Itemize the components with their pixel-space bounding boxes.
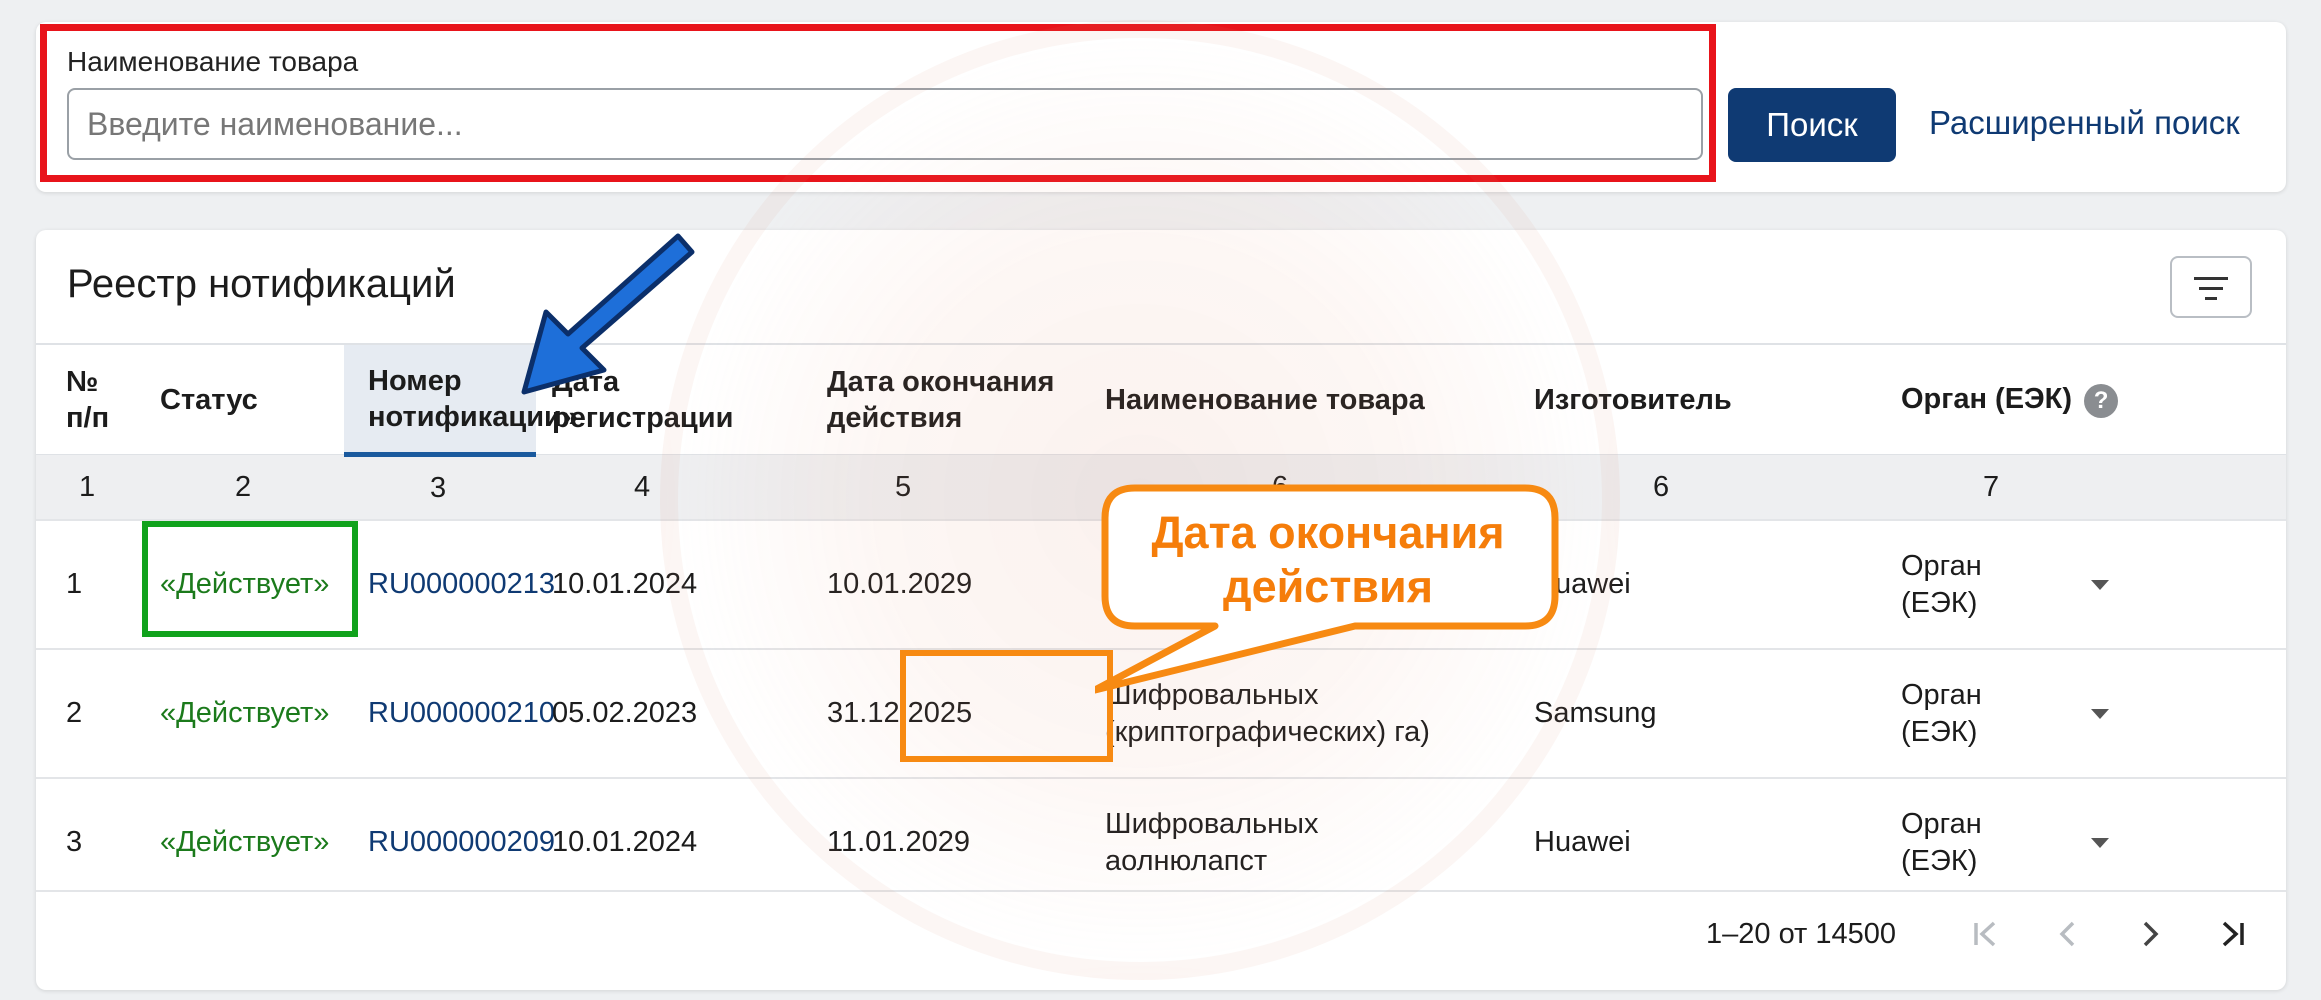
advanced-search-link[interactable]: Расширенный поиск: [1929, 104, 2240, 142]
status-badge: «Действует»: [160, 697, 330, 729]
column-header-active[interactable]: Номер нотификации»: [344, 343, 578, 457]
notification-number-link[interactable]: RU000000209: [344, 824, 555, 861]
green-highlight-frame: [142, 521, 358, 637]
column-header[interactable]: Наименование товара: [1072, 343, 1503, 455]
first-page-icon[interactable]: [1966, 914, 2006, 954]
chevron-down-icon[interactable]: [2091, 708, 2109, 719]
column-header[interactable]: Статус: [133, 343, 344, 455]
chevron-down-icon[interactable]: [2091, 837, 2109, 848]
prev-page-icon[interactable]: [2048, 914, 2088, 954]
column-header[interactable]: Изготовитель: [1503, 343, 1871, 455]
red-highlight-frame: [40, 24, 1716, 182]
column-header[interactable]: № п/п: [36, 343, 133, 455]
last-page-icon[interactable]: [2212, 914, 2252, 954]
filter-button[interactable]: [2170, 256, 2252, 318]
column-header[interactable]: Дата окончания действия: [795, 343, 1072, 455]
chevron-down-icon[interactable]: [2091, 579, 2109, 590]
notification-number-link[interactable]: RU000000210: [344, 695, 555, 732]
pagination-bar: 1–20 от 14500: [36, 890, 2286, 952]
notification-number-link[interactable]: RU000000213: [344, 566, 555, 603]
search-panel: Наименование товара Поиск Расширенный по…: [36, 22, 2286, 192]
status-badge: «Действует»: [160, 826, 330, 858]
table-row[interactable]: 3 «Действует» RU000000209 10.01.2024 11.…: [36, 777, 2286, 906]
search-button[interactable]: Поиск: [1728, 88, 1896, 162]
column-header[interactable]: Орган (ЕЭК)?: [1871, 343, 2286, 455]
next-page-icon[interactable]: [2130, 914, 2170, 954]
pagination-info: 1–20 от 14500: [1706, 918, 1897, 950]
help-icon[interactable]: ?: [2084, 383, 2119, 418]
orange-highlight-frame: [900, 650, 1113, 762]
registry-title: Реестр нотификаций: [67, 262, 456, 306]
arrow-annotation-icon: [521, 233, 695, 395]
table-header-row: № п/п Статус Номер нотификации» Дата регист…: [36, 343, 2286, 457]
callout-text: Дата окончания действия: [1151, 507, 1505, 612]
